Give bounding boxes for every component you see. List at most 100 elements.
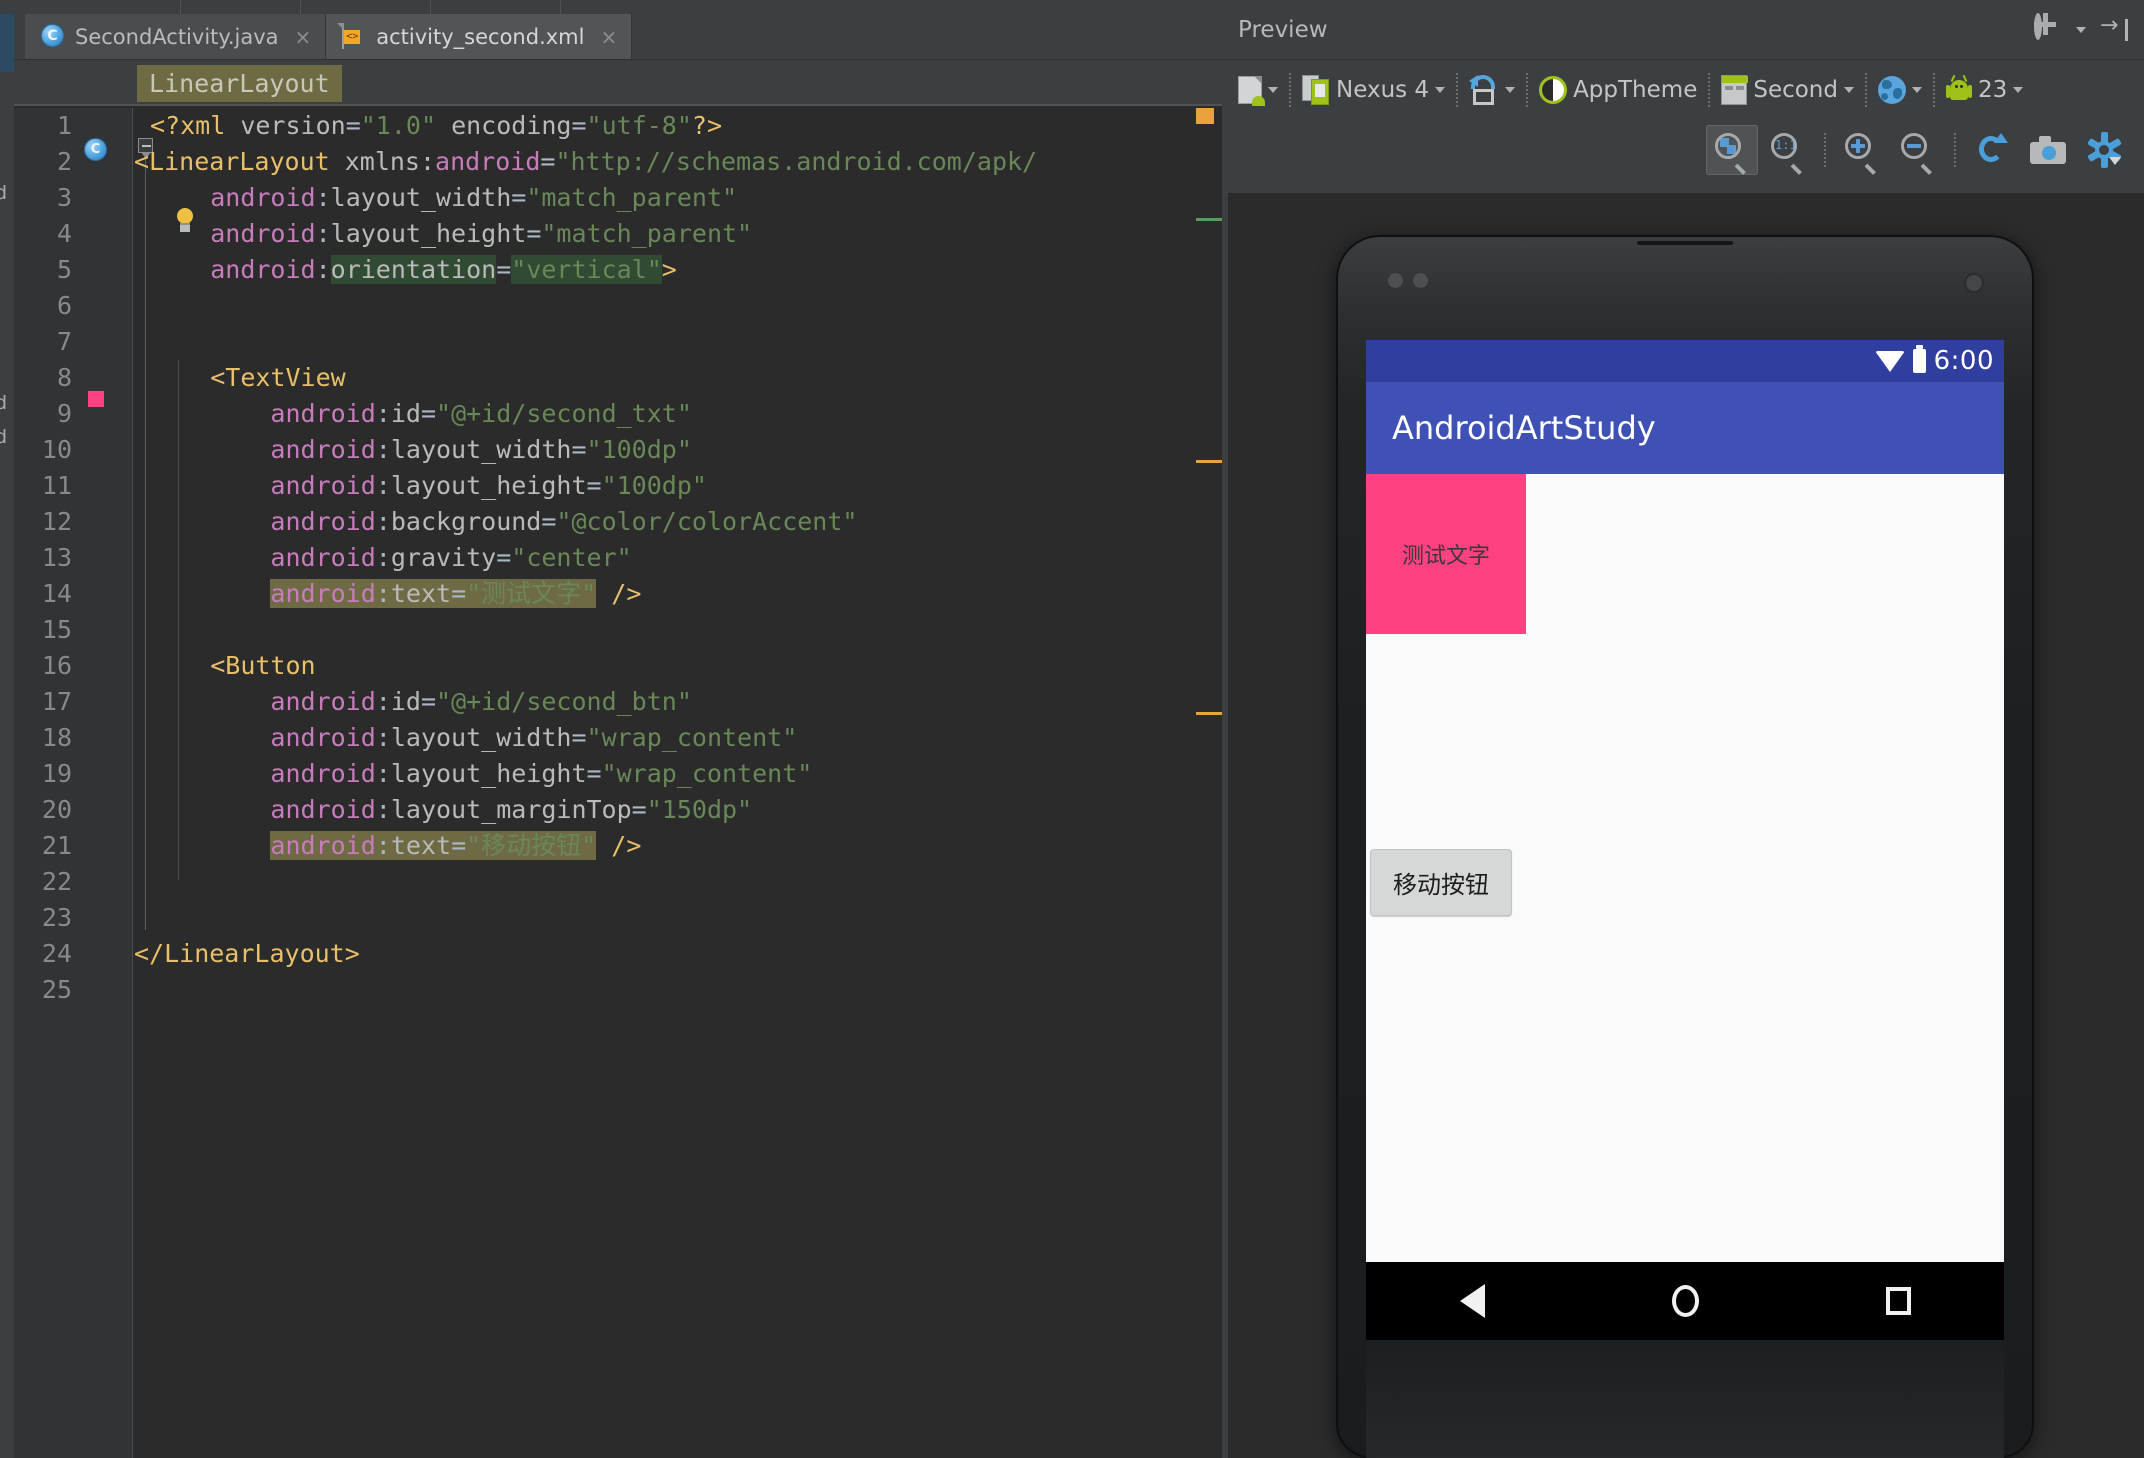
code-editor[interactable]: C 1 <?xml version="1.0" encoding="utf-8"… xyxy=(14,108,1222,1458)
toolbar-locale-selector[interactable] xyxy=(1870,73,1930,107)
chevron-down-icon xyxy=(1505,86,1516,93)
zoom-1-1-icon: 1:1 xyxy=(1771,133,1805,175)
toolbar-orientation-selector[interactable] xyxy=(1461,72,1523,108)
code-line: 18 android:layout_width="wrap_content" xyxy=(14,720,1222,756)
earpiece xyxy=(1637,241,1733,245)
close-icon[interactable]: × xyxy=(600,27,617,47)
line-content: android:layout_height="wrap_content" xyxy=(270,759,813,788)
toolbar-api-selector[interactable]: 23 xyxy=(1938,72,2031,108)
line-content: <LinearLayout xmlns:android="http://sche… xyxy=(134,147,1038,176)
toolbar-file-variant[interactable] xyxy=(1230,73,1286,107)
tab-second-activity-java[interactable]: C SecondActivity.java × xyxy=(25,14,327,60)
line-content: android:layout_height="match_parent" xyxy=(210,219,753,248)
code-line: 14 android:text="测试文字" /> xyxy=(14,576,1222,612)
line-number: 4 xyxy=(56,219,72,248)
close-icon[interactable]: × xyxy=(295,27,312,47)
screenshot-button[interactable] xyxy=(2022,125,2074,175)
code-line: 13 android:gravity="center" xyxy=(14,540,1222,576)
preview-title: Preview xyxy=(1238,17,1328,43)
toolbar-divider xyxy=(1954,133,1956,167)
camera-icon xyxy=(2030,136,2066,164)
zoom-to-fit-button[interactable] xyxy=(1706,125,1758,175)
xml-file-icon: <> xyxy=(342,23,366,50)
code-line: 11 android:layout_height="100dp" xyxy=(14,468,1222,504)
preview-button[interactable]: 移动按钮 xyxy=(1370,849,1512,916)
device-screen: 6:00 AndroidArtStudy 测试文字 移动按钮 xyxy=(1366,340,2004,1340)
code-line: 19 android:layout_height="wrap_content" xyxy=(14,756,1222,792)
rail-highlight xyxy=(0,14,14,72)
layout-content: 测试文字 移动按钮 xyxy=(1366,474,2004,1340)
status-time: 6:00 xyxy=(1933,346,1994,376)
line-content: </LinearLayout> xyxy=(134,939,360,968)
preview-canvas[interactable]: 6:00 AndroidArtStudy 测试文字 移动按钮 xyxy=(1228,193,2144,1458)
app-bar-title: AndroidArtStudy xyxy=(1392,409,1656,447)
code-line: 1 <?xml version="1.0" encoding="utf-8"?> xyxy=(14,108,1222,144)
toolbar-divider xyxy=(1526,72,1529,107)
rail-letter: d xyxy=(0,392,8,414)
left-tool-rail: d d d xyxy=(0,14,14,1458)
rotate-icon xyxy=(1469,74,1499,105)
chevron-down-icon[interactable] xyxy=(2076,27,2086,33)
line-number: 19 xyxy=(41,759,72,788)
gear-icon[interactable] xyxy=(2034,13,2060,43)
toolbar-divider xyxy=(1865,72,1867,107)
line-number: 13 xyxy=(41,543,72,572)
code-line: 6 xyxy=(14,288,1222,324)
line-number: 24 xyxy=(41,939,72,968)
device-icon xyxy=(1302,74,1330,105)
line-number: 6 xyxy=(56,291,72,320)
recents-icon[interactable] xyxy=(1885,1287,1911,1315)
code-line: 24 </LinearLayout> xyxy=(14,936,1222,972)
line-number: 21 xyxy=(41,831,72,860)
activity-label: Second xyxy=(1753,76,1838,103)
collapse-panel-icon[interactable] xyxy=(2100,13,2128,41)
editor-tab-bar: C SecondActivity.java × <> activity_seco… xyxy=(0,14,1222,60)
code-line: 25 xyxy=(14,972,1222,1008)
code-line: 7 xyxy=(14,324,1222,360)
line-content: android:gravity="center" xyxy=(270,543,632,572)
line-number: 5 xyxy=(56,255,72,284)
navigation-bar xyxy=(1366,1262,2004,1340)
zoom-out-button[interactable] xyxy=(1892,125,1944,175)
line-number: 12 xyxy=(41,507,72,536)
breadcrumb[interactable]: LinearLayout xyxy=(137,64,342,102)
toolbar-theme-selector[interactable]: AppTheme xyxy=(1531,73,1705,107)
code-line: 3 android:layout_width="match_parent" xyxy=(14,180,1222,216)
rail-letter: d xyxy=(0,426,8,448)
refresh-button[interactable] xyxy=(1966,125,2018,175)
java-class-icon: C xyxy=(41,24,65,50)
line-number: 23 xyxy=(41,903,72,932)
chevron-down-icon xyxy=(1844,86,1854,93)
line-number: 20 xyxy=(41,795,72,824)
code-line: 21 android:text="移动按钮" /> xyxy=(14,828,1222,864)
home-icon[interactable] xyxy=(1671,1285,1699,1317)
document-android-icon xyxy=(1238,75,1265,106)
back-icon[interactable] xyxy=(1459,1284,1485,1318)
preview-textview[interactable]: 测试文字 xyxy=(1366,474,1526,634)
settings-button[interactable] xyxy=(2078,125,2130,175)
tab-activity-second-xml[interactable]: <> activity_second.xml × xyxy=(326,14,633,60)
toolbar-divider xyxy=(1289,72,1291,107)
toolbar-activity-selector[interactable]: Second xyxy=(1713,72,1862,108)
toolbar-divider xyxy=(1824,133,1826,167)
line-content: android:text="测试文字" /> xyxy=(270,579,642,608)
zoom-in-button[interactable] xyxy=(1836,125,1888,175)
zoom-actual-size-button[interactable]: 1:1 xyxy=(1762,125,1814,175)
line-number: 18 xyxy=(41,723,72,752)
code-line: 23 xyxy=(14,900,1222,936)
battery-icon xyxy=(1912,345,1926,373)
editor-pane: C SecondActivity.java × <> activity_seco… xyxy=(0,0,1222,1458)
toolbar-device-selector[interactable]: Nexus 4 xyxy=(1294,72,1453,108)
device-frame: 6:00 AndroidArtStudy 测试文字 移动按钮 xyxy=(1336,235,2034,1458)
code-line: 17 android:id="@+id/second_btn" xyxy=(14,684,1222,720)
chevron-down-icon xyxy=(1435,86,1446,93)
line-content: android:layout_marginTop="150dp" xyxy=(270,795,753,824)
front-camera xyxy=(1966,275,1982,291)
line-number: 7 xyxy=(56,327,72,356)
line-number: 16 xyxy=(41,651,72,680)
status-bar: 6:00 xyxy=(1366,340,2004,382)
line-content: <Button xyxy=(210,651,316,680)
tab-label: SecondActivity.java xyxy=(75,25,279,49)
toolbar-divider xyxy=(1708,72,1711,107)
code-line: 20 android:layout_marginTop="150dp" xyxy=(14,792,1222,828)
